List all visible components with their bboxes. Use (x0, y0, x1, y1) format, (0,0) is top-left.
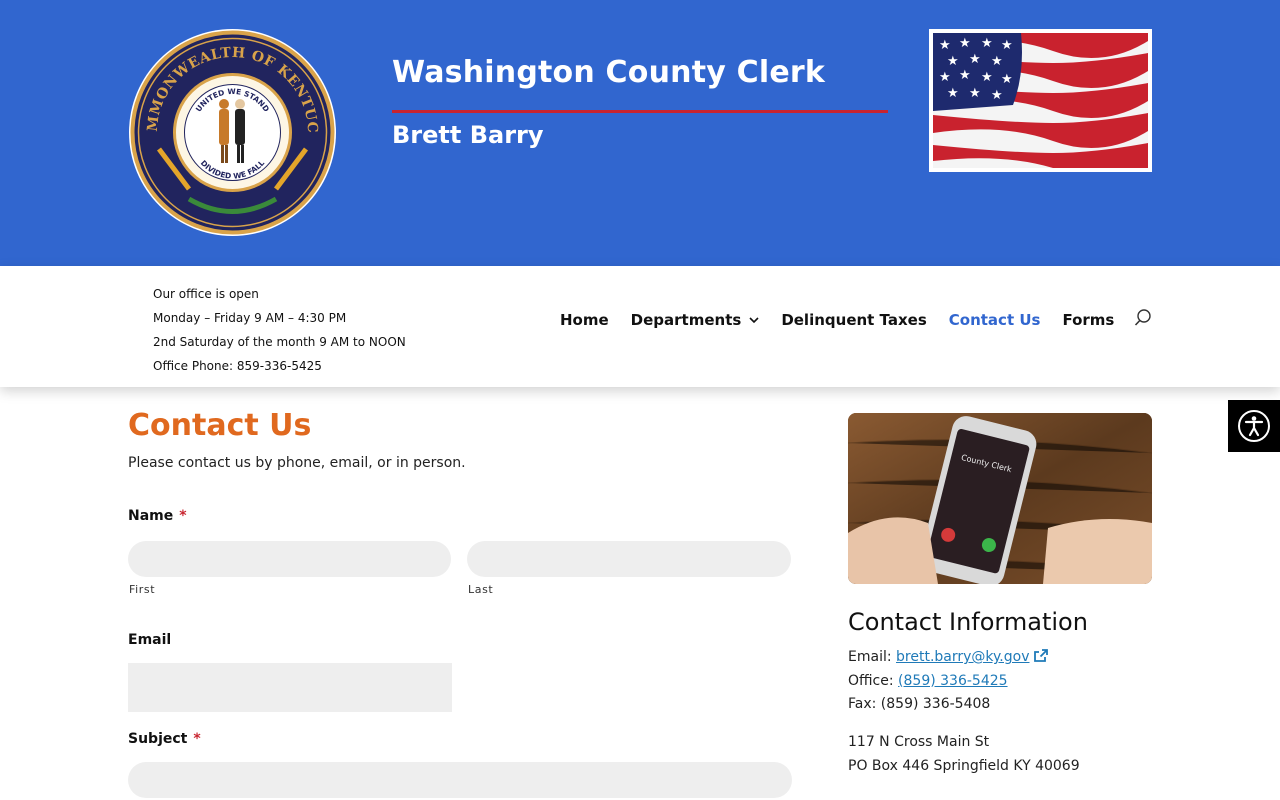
required-marker: * (179, 508, 187, 524)
contact-information-heading: Contact Information (848, 608, 1088, 636)
office-hours: Our office is open Monday – Friday 9 AM … (153, 282, 406, 378)
nav-forms[interactable]: Forms (1062, 311, 1114, 329)
svg-text:★: ★ (959, 36, 971, 51)
seal-graphic: COMMONWEALTH OF KENTUCKY UNITED WE STAND… (129, 29, 335, 235)
last-name-input[interactable] (467, 541, 791, 577)
svg-text:★: ★ (1001, 38, 1013, 53)
email-prefix: Email: (848, 649, 892, 665)
first-name-input[interactable] (128, 541, 451, 577)
subject-input[interactable] (128, 762, 792, 798)
nav-contact-us[interactable]: Contact Us (949, 311, 1041, 329)
svg-text:★: ★ (981, 70, 993, 85)
name-field-label: Name * (128, 508, 187, 524)
page-title: Contact Us (128, 408, 312, 443)
contact-details: Email: brett.barry@ky.gov Office: (859) … (848, 646, 1048, 717)
header-banner: COMMONWEALTH OF KENTUCKY UNITED WE STAND… (0, 0, 1280, 266)
svg-text:★: ★ (947, 54, 959, 69)
address-line-street: 117 N Cross Main St (848, 734, 990, 750)
external-link-icon (1034, 649, 1048, 665)
svg-text:★: ★ (981, 36, 993, 51)
first-name-sublabel: First (129, 583, 156, 596)
hours-line-phone: Office Phone: 859-336-5425 (153, 359, 322, 373)
nav-home[interactable]: Home (560, 311, 609, 329)
email-input[interactable] (128, 663, 452, 712)
hours-line-open: Our office is open (153, 287, 259, 301)
subject-field-label: Subject * (128, 731, 201, 747)
chevron-down-icon (749, 314, 759, 327)
kentucky-seal-logo[interactable]: COMMONWEALTH OF KENTUCKY UNITED WE STAND… (129, 29, 336, 236)
mailing-address: 117 N Cross Main St PO Box 446 Springfie… (848, 731, 1080, 778)
name-label-text: Name (128, 508, 174, 524)
subject-label-text: Subject (128, 731, 188, 747)
main-menu: Home Departments Delinquent Taxes Contac… (560, 308, 1152, 332)
accessibility-icon (1238, 410, 1270, 442)
american-flag-image: ★ ★ ★ ★ ★ ★ ★ ★ ★ ★ ★ ★ ★ ★ (929, 29, 1152, 172)
svg-text:★: ★ (939, 70, 951, 85)
svg-text:★: ★ (969, 86, 981, 101)
svg-text:★: ★ (939, 38, 951, 53)
site-title: Washington County Clerk (392, 55, 826, 90)
hours-line-saturday: 2nd Saturday of the month 9 AM to NOON (153, 335, 406, 349)
svg-text:★: ★ (959, 68, 971, 83)
office-phone-link[interactable]: (859) 336-5425 (898, 673, 1008, 689)
last-name-sublabel: Last (468, 583, 494, 596)
svg-text:★: ★ (991, 88, 1003, 103)
phone-photo-graphic: County Clerk (848, 413, 1152, 584)
intro-text: Please contact us by phone, email, or in… (128, 455, 466, 471)
search-icon[interactable] (1134, 309, 1152, 331)
fax-line: Fax: (859) 336-5408 (848, 696, 991, 712)
hours-line-weekday: Monday – Friday 9 AM – 4:30 PM (153, 311, 347, 325)
phone-call-photo: County Clerk (848, 413, 1152, 584)
svg-text:★: ★ (991, 54, 1003, 69)
address-line-po-box: PO Box 446 Springfield KY 40069 (848, 757, 1080, 774)
svg-text:★: ★ (1001, 72, 1013, 87)
site-subtitle: Brett Barry (392, 121, 544, 149)
email-field-label: Email (128, 632, 172, 648)
required-marker: * (193, 731, 201, 747)
office-prefix: Office: (848, 672, 894, 689)
flag-graphic: ★ ★ ★ ★ ★ ★ ★ ★ ★ ★ ★ ★ ★ ★ (933, 33, 1148, 168)
title-divider (392, 110, 888, 113)
email-link[interactable]: brett.barry@ky.gov (896, 649, 1029, 665)
accessibility-button[interactable] (1228, 400, 1280, 452)
svg-text:★: ★ (969, 52, 981, 67)
svg-text:★: ★ (947, 86, 959, 101)
nav-departments[interactable]: Departments (631, 311, 760, 329)
nav-delinquent-taxes[interactable]: Delinquent Taxes (781, 311, 926, 329)
email-line: Email: brett.barry@ky.gov (848, 646, 1048, 670)
office-phone-line: Office: (859) 336-5425 (848, 670, 1048, 694)
nav-departments-label: Departments (630, 311, 742, 329)
